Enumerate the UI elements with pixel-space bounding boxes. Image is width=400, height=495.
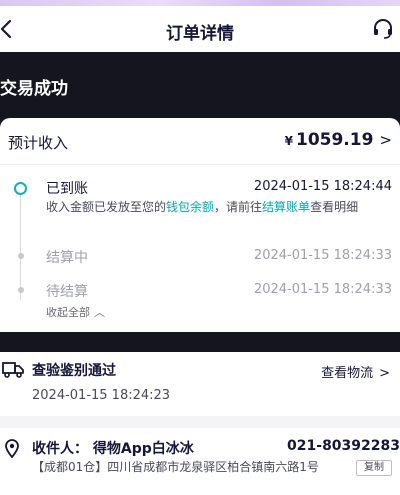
view-logistics-link[interactable]: 查看物流 >	[321, 362, 390, 381]
income-row[interactable]: 预计收入 ¥1059.19 >	[8, 130, 392, 154]
timeline-step-label: 已到账	[46, 181, 88, 197]
inspection-title: 查验鉴别通过	[32, 363, 116, 379]
customer-service-icon[interactable]	[372, 18, 394, 40]
order-status-text: 交易成功	[0, 79, 68, 99]
inspection-time: 2024-01-15 18:24:23	[32, 388, 171, 403]
chevron-right-icon: >	[379, 131, 392, 149]
timeline-step-label: 待结算	[46, 284, 88, 300]
address-section: 收件人： 得物App白冰冰 021-80392283 【成都01仓】四川省成都市…	[0, 428, 400, 495]
page-title: 订单详情	[166, 24, 234, 44]
wallet-balance-link[interactable]: 钱包余额	[166, 200, 214, 214]
income-amount-value: 1059.19	[295, 130, 374, 150]
income-card: 预计收入 ¥1059.19 > 已到账 2024-01-15 18:24:44 收…	[0, 118, 400, 332]
timeline-dot-icon	[18, 287, 24, 293]
timeline-step-time: 2024-01-15 18:24:44	[253, 179, 392, 194]
desc-text: 查看明细	[310, 200, 359, 214]
nav-bar: 订单详情	[0, 6, 400, 52]
income-amount: ¥1059.19 >	[285, 130, 392, 150]
inspection-section: 查验鉴别通过 查看物流 > 2024-01-15 18:24:23	[0, 352, 400, 416]
income-label: 预计收入	[8, 134, 69, 152]
collapse-all-button[interactable]: 收起全部 ︿	[46, 304, 105, 320]
recipient-phone: 021-80392283	[287, 438, 400, 454]
divider	[0, 164, 400, 165]
shipping-address: 【成都01仓】四川省成都市龙泉驿区柏合镇南六路1号	[32, 460, 319, 474]
order-status-banner: 交易成功	[0, 52, 400, 118]
timeline-step-time: 2024-01-15 18:24:33	[253, 282, 392, 297]
chevron-right-icon: >	[379, 366, 390, 381]
section-gap	[0, 416, 400, 428]
settlement-bill-link[interactable]: 结算账单	[262, 200, 310, 214]
timeline-dot-icon	[18, 253, 24, 259]
desc-text: ，请前往	[214, 200, 263, 214]
recipient-name: 收件人： 得物App白冰冰	[32, 441, 194, 457]
timeline-line	[20, 188, 21, 300]
timeline-step-description: 收入金额已发放至您的钱包余额，请前往结算账单查看明细	[46, 198, 386, 217]
collapse-label: 收起全部	[46, 306, 90, 319]
timeline-active-dot-icon	[14, 182, 27, 195]
copy-button[interactable]: 复制	[356, 460, 392, 476]
timeline-step-label: 结算中	[46, 250, 88, 266]
income-section: 预计收入 ¥1059.19 > 已到账 2024-01-15 18:24:44 收…	[0, 118, 400, 352]
chevron-up-icon: ︿	[94, 306, 105, 319]
view-logistics-label: 查看物流	[321, 366, 374, 381]
currency-symbol: ¥	[284, 134, 293, 148]
location-pin-icon	[5, 439, 19, 458]
desc-text: 收入金额已发放至您的	[46, 200, 167, 214]
truck-icon	[2, 362, 24, 378]
timeline-step-time: 2024-01-15 18:24:33	[253, 248, 392, 263]
